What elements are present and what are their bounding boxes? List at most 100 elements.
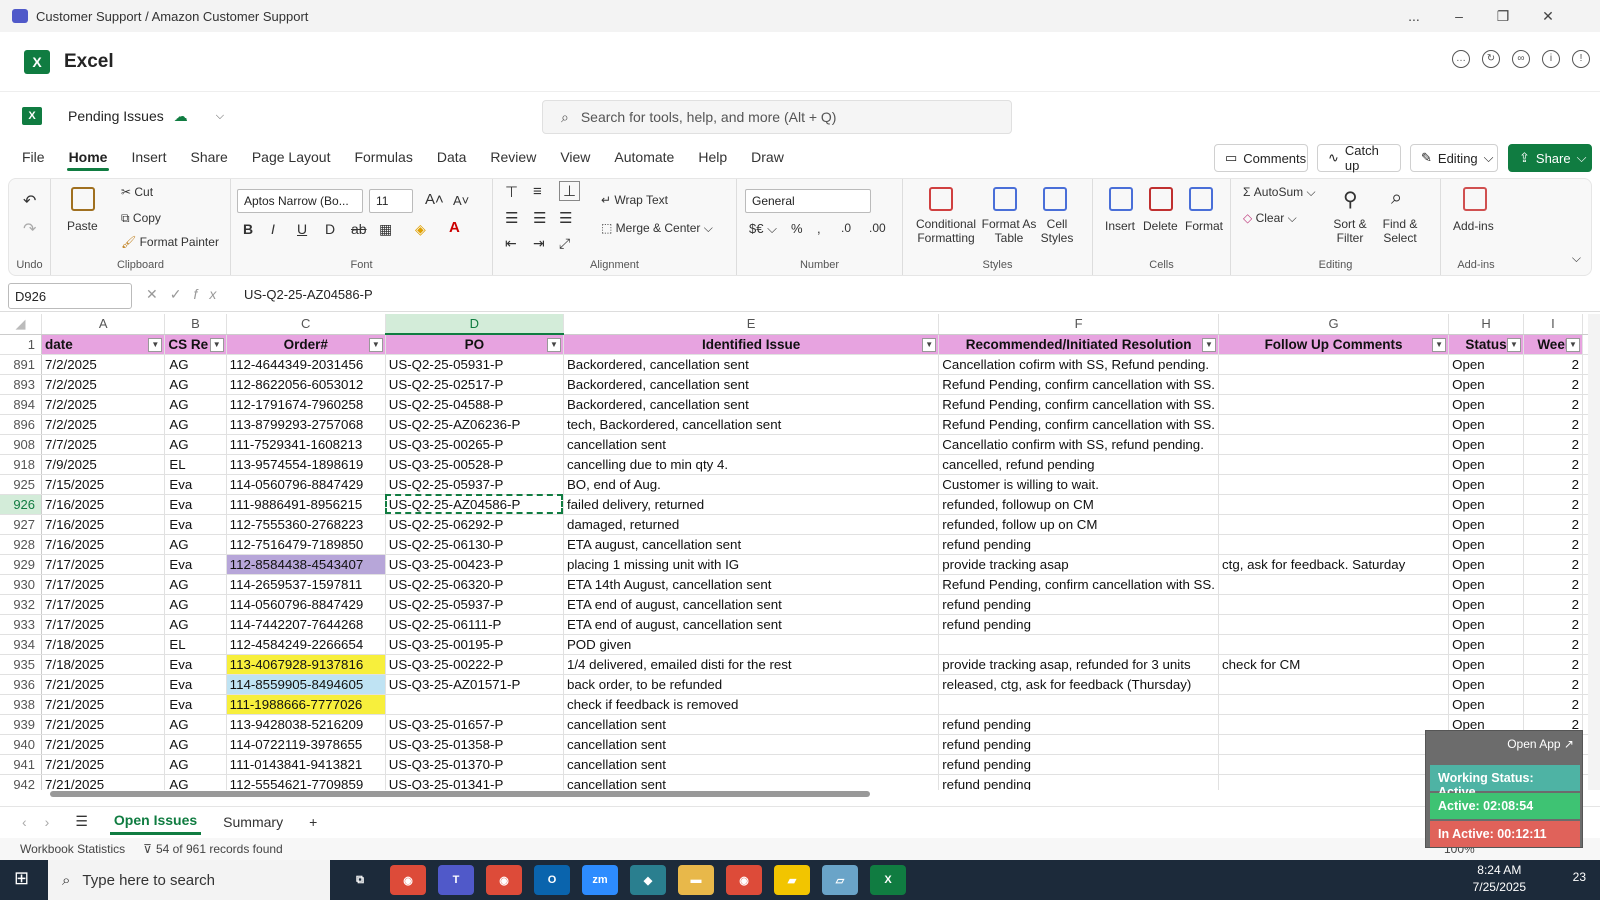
cell[interactable]: 2 <box>1523 554 1584 575</box>
cell[interactable]: US-Q3-25-01370-P <box>385 754 564 775</box>
sort-filter-icon[interactable]: ⚲ <box>1343 187 1358 212</box>
cell[interactable]: 1/4 delivered, emailed disti for the res… <box>563 654 940 675</box>
tab-review[interactable]: Review <box>488 143 538 171</box>
cell[interactable] <box>1218 374 1450 395</box>
cell[interactable]: Eva <box>164 694 227 715</box>
cell[interactable]: damaged, returned <box>563 514 940 535</box>
task-view-icon[interactable]: ⧉ <box>342 865 378 895</box>
sticky-notes-icon[interactable]: ▰ <box>774 865 810 895</box>
font-color-icon[interactable]: A <box>449 219 460 236</box>
format-as-table-button[interactable]: Format As Table <box>981 217 1037 245</box>
addins-button[interactable]: Add-ins <box>1453 219 1494 233</box>
filter-dropdown-icon[interactable]: ▼ <box>368 337 383 352</box>
cell[interactable]: tech, Backordered, cancellation sent <box>563 414 940 435</box>
undo-icon[interactable]: ↶ <box>23 191 36 211</box>
chrome-alt-icon[interactable]: ◉ <box>726 865 762 895</box>
cell[interactable]: AG <box>164 414 227 435</box>
name-box[interactable]: D926 <box>8 283 132 309</box>
cell[interactable] <box>1218 754 1450 775</box>
cell[interactable]: US-Q2-25-AZ04586-P <box>385 494 564 515</box>
formula-input[interactable]: US-Q2-25-AZ04586-P <box>244 287 373 302</box>
cell[interactable]: US-Q2-25-04588-P <box>385 394 564 415</box>
fill-color-icon[interactable]: ◈ <box>415 221 426 238</box>
merge-center-button[interactable]: ⬚ Merge & Center ⌵ <box>601 221 713 236</box>
cell[interactable]: 2 <box>1523 654 1584 675</box>
cell[interactable]: cancellation sent <box>563 774 940 790</box>
decrease-font-icon[interactable]: A˅ <box>453 193 469 208</box>
cell[interactable]: 7/18/2025 <box>41 634 166 655</box>
column-header-f[interactable]: F <box>938 314 1219 335</box>
cell[interactable]: 7/2/2025 <box>41 414 166 435</box>
notepad-icon[interactable]: ▱ <box>822 865 858 895</box>
cell[interactable]: 7/2/2025 <box>41 374 166 395</box>
cell[interactable]: US-Q3-25-00265-P <box>385 434 564 455</box>
cell[interactable]: cancellation sent <box>563 434 940 455</box>
row-header[interactable]: 929 <box>0 554 43 575</box>
font-family-select[interactable]: Aptos Narrow (Bo... <box>237 189 363 213</box>
row-header[interactable]: 891 <box>0 354 43 375</box>
number-format-select[interactable]: General <box>745 189 871 213</box>
notification-badge[interactable]: 23 <box>1573 870 1586 884</box>
cell[interactable]: Open <box>1448 454 1524 475</box>
underline-icon[interactable]: U <box>297 221 307 237</box>
all-sheets-icon[interactable]: ☰ <box>71 809 92 834</box>
cell[interactable]: AG <box>164 434 227 455</box>
cell[interactable]: Open <box>1448 694 1524 715</box>
cell[interactable]: 112-7516479-7189850 <box>226 534 386 555</box>
cell[interactable]: 7/17/2025 <box>41 614 166 635</box>
row-header[interactable]: 936 <box>0 674 43 695</box>
cell[interactable]: cancelling due to min qty 4. <box>563 454 940 475</box>
cell[interactable]: 7/21/2025 <box>41 674 166 695</box>
cell[interactable]: US-Q2-25-AZ06236-P <box>385 414 564 435</box>
cell[interactable]: 7/21/2025 <box>41 734 166 755</box>
cell[interactable]: refund pending <box>938 774 1219 790</box>
delete-button[interactable]: Delete <box>1143 219 1178 233</box>
cell[interactable]: refunded, follow up on CM <box>938 514 1219 535</box>
cell[interactable]: 7/9/2025 <box>41 454 166 475</box>
vertical-scrollbar[interactable] <box>1588 314 1600 790</box>
cell[interactable]: US-Q3-25-00195-P <box>385 634 564 655</box>
cell[interactable] <box>1218 714 1450 735</box>
tab-insert[interactable]: Insert <box>129 143 168 171</box>
maximize-button[interactable]: ❐ <box>1481 0 1525 32</box>
wrap-text-button[interactable]: ↵ Wrap Text <box>601 193 668 207</box>
cell[interactable]: US-Q2-25-05937-P <box>385 474 564 495</box>
align-top-icon[interactable]: ⊤ <box>505 183 518 201</box>
cell[interactable]: 2 <box>1523 494 1584 515</box>
cell[interactable]: 2 <box>1523 594 1584 615</box>
chrome-profile-icon[interactable]: ◉ <box>486 865 522 895</box>
filter-dropdown-icon[interactable]: ▼ <box>1432 337 1447 352</box>
horizontal-scrollbar[interactable] <box>10 790 1590 798</box>
header-cell[interactable]: Order# ▼ <box>226 334 386 355</box>
cell[interactable] <box>1218 574 1450 595</box>
cell[interactable]: US-Q2-25-06111-P <box>385 614 564 635</box>
header-cell[interactable]: Status ▼ <box>1448 334 1524 355</box>
row-header[interactable]: 926 <box>0 494 43 515</box>
increase-indent-icon[interactable]: ⇥ <box>533 235 545 252</box>
cell[interactable] <box>1218 454 1450 475</box>
cell[interactable]: Eva <box>164 674 227 695</box>
cell[interactable] <box>1218 534 1450 555</box>
row-header[interactable]: 908 <box>0 434 43 455</box>
clear-button[interactable]: ◇ Clear ⌵ <box>1243 211 1297 226</box>
column-header-h[interactable]: H <box>1448 314 1524 335</box>
cell[interactable]: 2 <box>1523 634 1584 655</box>
filter-dropdown-icon[interactable]: ▼ <box>148 337 163 352</box>
cell[interactable]: 2 <box>1523 514 1584 535</box>
cell[interactable]: 7/21/2025 <box>41 754 166 775</box>
cell[interactable]: US-Q2-25-05931-P <box>385 354 564 375</box>
tab-file[interactable]: File <box>20 143 47 171</box>
cell[interactable]: Open <box>1448 534 1524 555</box>
filter-dropdown-icon[interactable]: ▼ <box>1202 337 1216 352</box>
find-icon[interactable]: ⌕ <box>1391 187 1402 210</box>
cell[interactable]: 2 <box>1523 534 1584 555</box>
row-header[interactable]: 893 <box>0 374 43 395</box>
cell[interactable]: placing 1 missing unit with IG <box>563 554 940 575</box>
chevron-down-icon[interactable]: ⌵ <box>216 110 224 123</box>
header-cell[interactable]: Recommended/Initiated Resolution ▼ <box>938 334 1219 355</box>
cell[interactable]: US-Q2-25-06292-P <box>385 514 564 535</box>
cell[interactable]: check for CM <box>1218 654 1450 675</box>
cell[interactable]: Eva <box>164 474 227 495</box>
comments-button[interactable]: ▭ Comments <box>1214 144 1308 172</box>
cell[interactable]: Open <box>1448 414 1524 435</box>
